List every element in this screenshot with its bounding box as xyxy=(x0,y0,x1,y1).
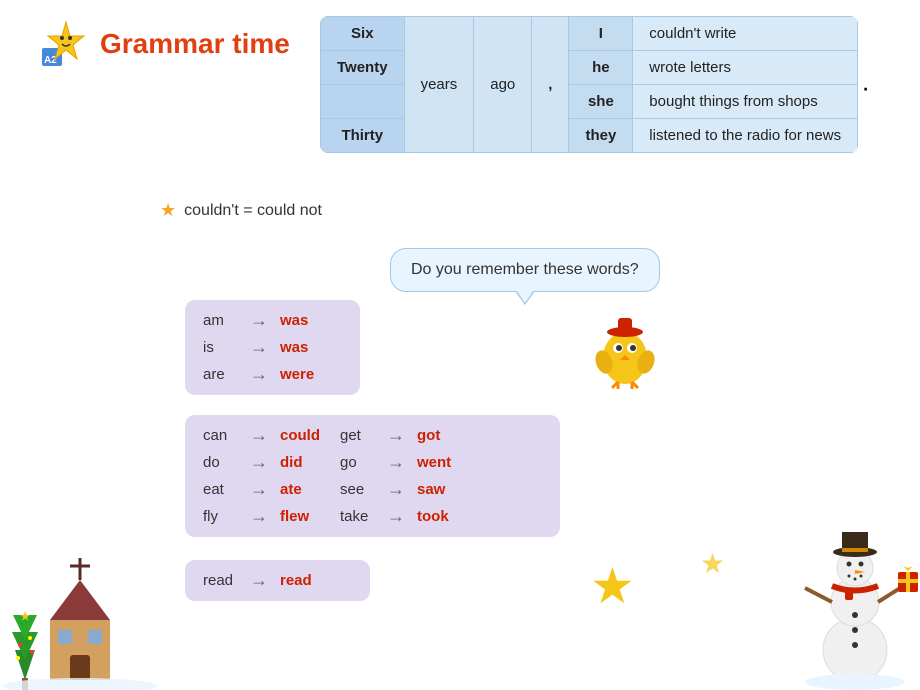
grammar-table: Six years ago , I couldn't write Twenty … xyxy=(320,16,858,153)
table-row: she bought things from shops xyxy=(321,85,858,119)
phrase-cell: couldn't write xyxy=(633,17,858,51)
word-pair-do-did: do → did xyxy=(203,452,320,473)
word-box-read: read → read xyxy=(185,560,370,601)
word-pair-is-was: is → was xyxy=(203,337,342,358)
present-word: read xyxy=(203,572,238,589)
present-word: do xyxy=(203,454,238,471)
mascot-character xyxy=(590,310,660,390)
word-pair-read-read: read → read xyxy=(203,570,352,591)
past-word: were xyxy=(280,366,320,383)
word-pair-see-saw: see → saw xyxy=(340,479,457,500)
number-cell: Six xyxy=(321,17,405,51)
present-word: get xyxy=(340,427,375,444)
ago-cell: ago xyxy=(474,17,532,153)
arrow-icon: → xyxy=(387,452,405,473)
arrow-icon: → xyxy=(387,479,405,500)
pronoun-cell: he xyxy=(569,51,633,85)
number-cell xyxy=(321,85,405,119)
past-word: went xyxy=(417,454,457,471)
phrase-cell: wrote letters xyxy=(633,51,858,85)
word-box-irregular-verbs: can → could do → did eat → ate fly → fle… xyxy=(185,415,560,537)
logo-icon: A2 xyxy=(40,18,92,70)
word-pair-are-were: are → were xyxy=(203,364,342,385)
past-word: was xyxy=(280,339,320,356)
past-word: ate xyxy=(280,481,320,498)
table-container: Six years ago , I couldn't write Twenty … xyxy=(320,16,858,153)
present-word: are xyxy=(203,366,238,383)
comma-cell: , xyxy=(532,17,569,153)
star-decoration-small: ★ xyxy=(700,547,725,580)
past-word: could xyxy=(280,427,320,444)
present-word: go xyxy=(340,454,375,471)
past-word: was xyxy=(280,312,320,329)
pronoun-cell: they xyxy=(569,119,633,153)
present-word: is xyxy=(203,339,238,356)
arrow-icon: → xyxy=(250,452,268,473)
period-mark: . xyxy=(863,74,868,95)
table-row: Twenty he wrote letters xyxy=(321,51,858,85)
past-word: took xyxy=(417,508,457,525)
table-row: Six years ago , I couldn't write xyxy=(321,17,858,51)
arrow-icon: → xyxy=(250,506,268,527)
grammar-table-section: Six years ago , I couldn't write Twenty … xyxy=(320,16,900,158)
star-bullet-icon: ★ xyxy=(160,200,176,221)
arrow-icon: → xyxy=(250,310,268,331)
present-word: can xyxy=(203,427,238,444)
present-word: take xyxy=(340,508,375,525)
couldnt-note: ★ couldn't = could not xyxy=(160,200,322,221)
arrow-icon: → xyxy=(250,337,268,358)
present-word: eat xyxy=(203,481,238,498)
past-word: read xyxy=(280,572,320,589)
word-pair-am-was: am → was xyxy=(203,310,342,331)
present-word: see xyxy=(340,481,375,498)
table-row: Thirty they listened to the radio for ne… xyxy=(321,119,858,153)
number-cell: Thirty xyxy=(321,119,405,153)
snowman-decoration xyxy=(790,530,920,690)
word-pair-fly-flew: fly → flew xyxy=(203,506,320,527)
christmas-house-decoration xyxy=(0,550,160,690)
word-box-be-verbs: am → was is → was are → were xyxy=(185,300,360,395)
speech-bubble-text: Do you remember these words? xyxy=(411,261,639,278)
present-word: fly xyxy=(203,508,238,525)
years-cell: years xyxy=(404,17,474,153)
pronoun-cell: she xyxy=(569,85,633,119)
arrow-icon: → xyxy=(250,479,268,500)
number-cell: Twenty xyxy=(321,51,405,85)
word-pair-take-took: take → took xyxy=(340,506,457,527)
arrow-icon: → xyxy=(387,425,405,446)
note-text: couldn't = could not xyxy=(184,202,322,220)
pronoun-cell: I xyxy=(569,17,633,51)
star-decoration-big: ★ xyxy=(590,557,635,615)
verb-group-left: can → could do → did eat → ate fly → fle… xyxy=(203,425,320,527)
past-word: got xyxy=(417,427,457,444)
word-pair-go-went: go → went xyxy=(340,452,457,473)
present-word: am xyxy=(203,312,238,329)
phrase-cell: listened to the radio for news xyxy=(633,119,858,153)
speech-bubble: Do you remember these words? xyxy=(390,248,660,292)
arrow-icon: → xyxy=(250,425,268,446)
page-title: Grammar time xyxy=(100,28,290,60)
past-word: saw xyxy=(417,481,457,498)
phrase-cell: bought things from shops xyxy=(633,85,858,119)
past-word: flew xyxy=(280,508,320,525)
arrow-icon: → xyxy=(250,364,268,385)
arrow-icon: → xyxy=(250,570,268,591)
verb-group-right: get → got go → went see → saw take → too… xyxy=(340,425,457,527)
arrow-icon: → xyxy=(387,506,405,527)
word-pair-eat-ate: eat → ate xyxy=(203,479,320,500)
past-word: did xyxy=(280,454,320,471)
word-pair-get-got: get → got xyxy=(340,425,457,446)
word-pair-can-could: can → could xyxy=(203,425,320,446)
